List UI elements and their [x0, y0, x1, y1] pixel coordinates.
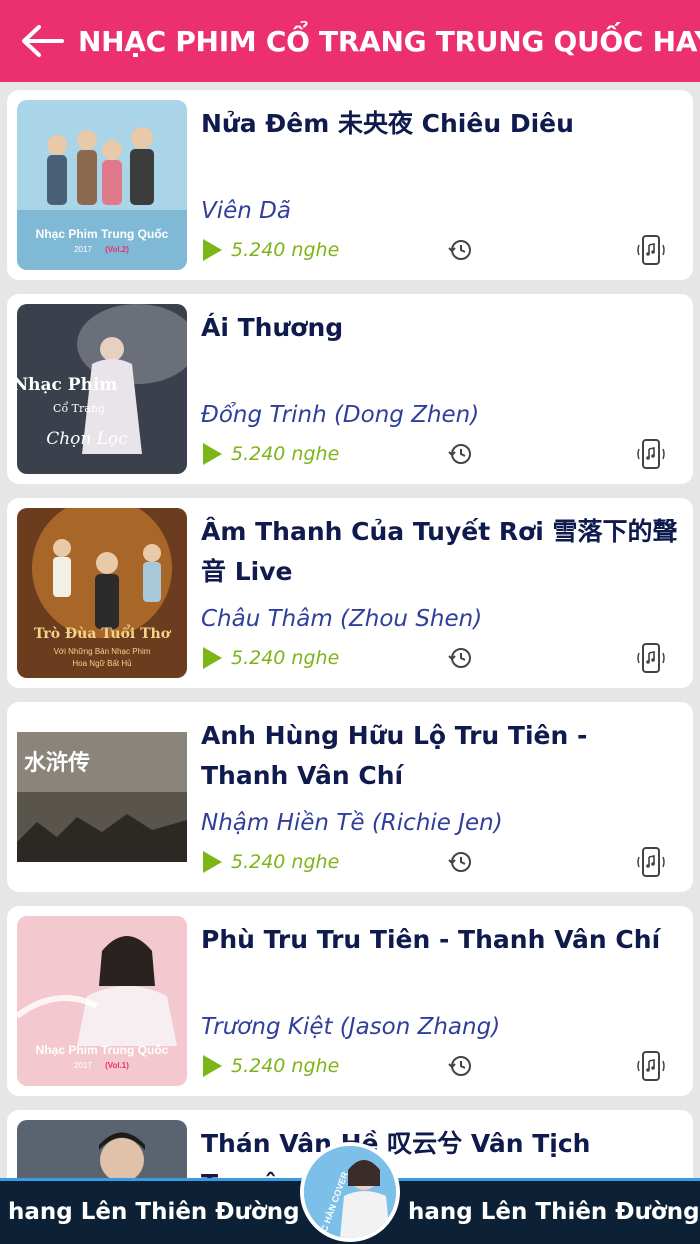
arrow-left-icon [22, 25, 64, 57]
now-playing-title: hang Lên Thiên Đường [8, 1199, 300, 1225]
history-icon[interactable] [447, 1053, 473, 1079]
ringtone-icon[interactable] [637, 1051, 665, 1081]
ringtone-icon[interactable] [637, 439, 665, 469]
play-icon [203, 239, 222, 261]
thumb-label: Trò Đùa Tuổi Thơ [34, 624, 172, 642]
thumb-label: Nhạc Phim Trung Quốc [36, 227, 169, 241]
ringtone-icon[interactable] [637, 235, 665, 265]
artist-name[interactable]: Nhậm Hiền Tề (Richie Jen) [201, 810, 503, 836]
thumb-label: 水浒传 [24, 750, 90, 776]
list-item[interactable]: Nhạc Phim Cổ Trang Chọn Lọc Ái Thương Đổ… [7, 294, 693, 484]
list-item[interactable]: Nhạc Phim Trung Quốc 2017 (Vol.1) Phù Tr… [7, 906, 693, 1096]
play-icon [203, 1055, 222, 1077]
history-icon[interactable] [447, 645, 473, 671]
song-title: Âm Thanh Của Tuyết Rơi 雪落下的聲音 Live [201, 517, 678, 586]
back-button[interactable] [10, 0, 74, 82]
play-count: 5.240 nghe [201, 646, 339, 670]
artist-name[interactable]: Châu Thâm (Zhou Shen) [201, 606, 482, 632]
svg-text:2017: 2017 [74, 245, 92, 254]
album-thumbnail: 水浒传 [17, 712, 187, 882]
now-playing-title-repeat: hang Lên Thiên Đường [408, 1199, 700, 1225]
thumb-label: Nhạc Phim [17, 375, 117, 395]
play-count: 5.240 nghe [201, 442, 339, 466]
album-thumbnail: Trò Đùa Tuổi Thơ Với Những Bản Nhạc Phim… [17, 508, 187, 678]
history-icon[interactable] [447, 849, 473, 875]
play-icon [203, 443, 222, 465]
list-item[interactable]: 水浒传 Anh Hùng Hữu Lộ Tru Tiên - Thanh Vân… [7, 702, 693, 892]
svg-text:(Vol.1): (Vol.1) [105, 1061, 129, 1070]
page-title: NHẠC PHIM CỔ TRANG TRUNG QUỐC HAY NHẤT [78, 24, 700, 58]
song-title: Phù Tru Tru Tiên - Thanh Vân Chí [201, 925, 661, 954]
app-header: NHẠC PHIM CỔ TRANG TRUNG QUỐC HAY NHẤT [0, 0, 700, 82]
artist-name[interactable]: Đổng Trinh (Dong Zhen) [201, 402, 479, 428]
play-icon [203, 851, 222, 873]
album-thumbnail: Nhạc Phim Cổ Trang Chọn Lọc [17, 304, 187, 474]
svg-text:Chọn Lọc: Chọn Lọc [46, 429, 128, 449]
svg-text:Cổ Trang: Cổ Trang [53, 402, 105, 415]
play-icon [203, 647, 222, 669]
svg-text:2017: 2017 [74, 1061, 92, 1070]
song-title: Nửa Đêm 未央夜 Chiêu Diêu [201, 109, 574, 138]
svg-text:Với Những Bản Nhạc Phim: Với Những Bản Nhạc Phim [54, 647, 151, 656]
ringtone-icon[interactable] [637, 643, 665, 673]
ringtone-icon[interactable] [637, 847, 665, 877]
list-item[interactable]: Nhạc Phim Trung Quốc 2017 (Vol.2) Nửa Đê… [7, 90, 693, 280]
song-title: Anh Hùng Hữu Lộ Tru Tiên - Thanh Vân Chí [201, 721, 588, 790]
player-disc[interactable]: NHẠC HÀN COVER [300, 1142, 400, 1242]
artist-name[interactable]: Viên Dã [201, 198, 291, 224]
history-icon[interactable] [447, 441, 473, 467]
song-title: Ái Thương [201, 313, 344, 342]
svg-text:Hoa Ngữ Bất Hủ: Hoa Ngữ Bất Hủ [72, 659, 131, 668]
artist-name[interactable]: Trương Kiệt (Jason Zhang) [201, 1014, 500, 1040]
svg-text:(Vol.2): (Vol.2) [105, 245, 129, 254]
album-thumbnail: Nhạc Phim Trung Quốc 2017 (Vol.1) [17, 916, 187, 1086]
album-thumbnail: Nhạc Phim Trung Quốc 2017 (Vol.2) [17, 100, 187, 270]
play-count: 5.240 nghe [201, 850, 339, 874]
history-icon[interactable] [447, 237, 473, 263]
list-item[interactable]: Trò Đùa Tuổi Thơ Với Những Bản Nhạc Phim… [7, 498, 693, 688]
thumb-label: Nhạc Phim Trung Quốc [36, 1043, 169, 1057]
play-count: 5.240 nghe [201, 238, 339, 262]
play-count: 5.240 nghe [201, 1054, 339, 1078]
